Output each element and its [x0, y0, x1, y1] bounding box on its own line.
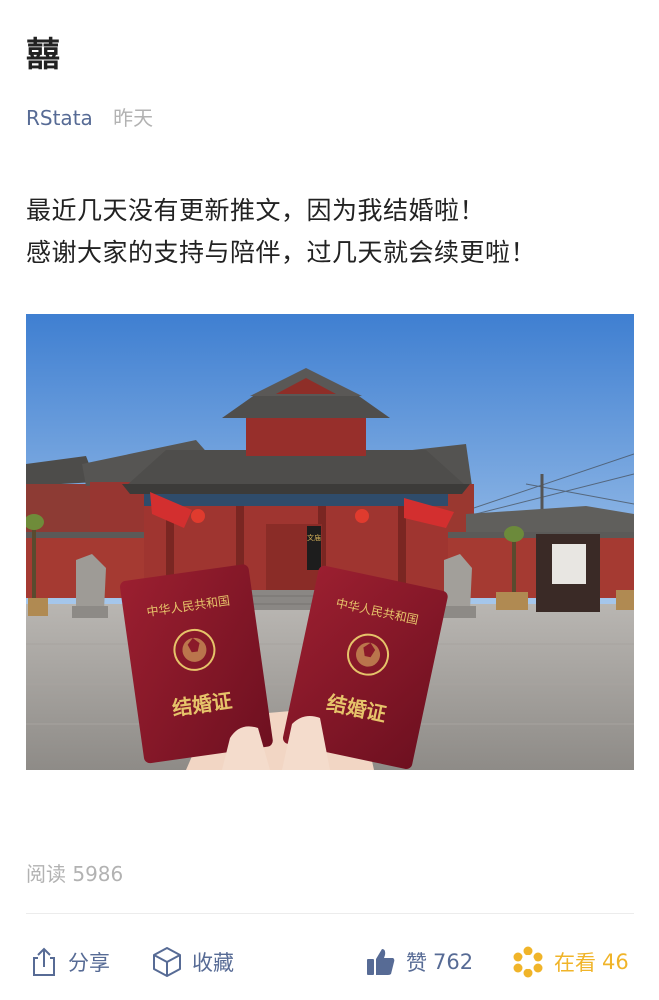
divider: [26, 913, 634, 914]
author-link[interactable]: RStata: [26, 106, 93, 130]
action-bar: 分享 收藏 赞 762 在看 46: [26, 940, 634, 984]
paragraph-1: 最近几天没有更新推文，因为我结婚啦！: [26, 196, 486, 225]
like-count: 762: [433, 950, 474, 974]
flower-icon: [513, 946, 543, 978]
watching-button[interactable]: 在看 46: [512, 940, 629, 984]
like-label: 赞: [406, 951, 427, 975]
read-count: 阅读 5986: [26, 862, 124, 886]
publish-time: 昨天: [113, 106, 154, 130]
favorite-button[interactable]: 收藏: [152, 940, 234, 984]
share-button[interactable]: 分享: [30, 940, 110, 984]
article-photo[interactable]: 文庙 中华人民共和国 结婚证 中华人民共和国 结婚证: [26, 314, 634, 770]
like-button[interactable]: 赞 762: [366, 940, 473, 984]
gate-plaque-text: 文庙: [307, 533, 321, 542]
favorite-label: 收藏: [192, 951, 234, 975]
paragraph-2: 感谢大家的支持与陪伴，过几天就会续更啦！: [26, 238, 537, 267]
thumbs-up-icon: [367, 949, 395, 975]
share-icon: [33, 947, 55, 976]
article-title: 囍: [26, 35, 60, 75]
article-body: 最近几天没有更新推文，因为我结婚啦！ 感谢大家的支持与陪伴，过几天就会续更啦！: [26, 190, 636, 274]
article-meta: RStata 昨天: [26, 104, 153, 132]
photo-illustration: 文庙 中华人民共和国 结婚证 中华人民共和国 结婚证: [26, 314, 634, 770]
watching-label: 在看: [554, 951, 596, 975]
share-label: 分享: [68, 951, 110, 975]
watching-count: 46: [602, 950, 629, 974]
cube-icon: [153, 947, 181, 977]
